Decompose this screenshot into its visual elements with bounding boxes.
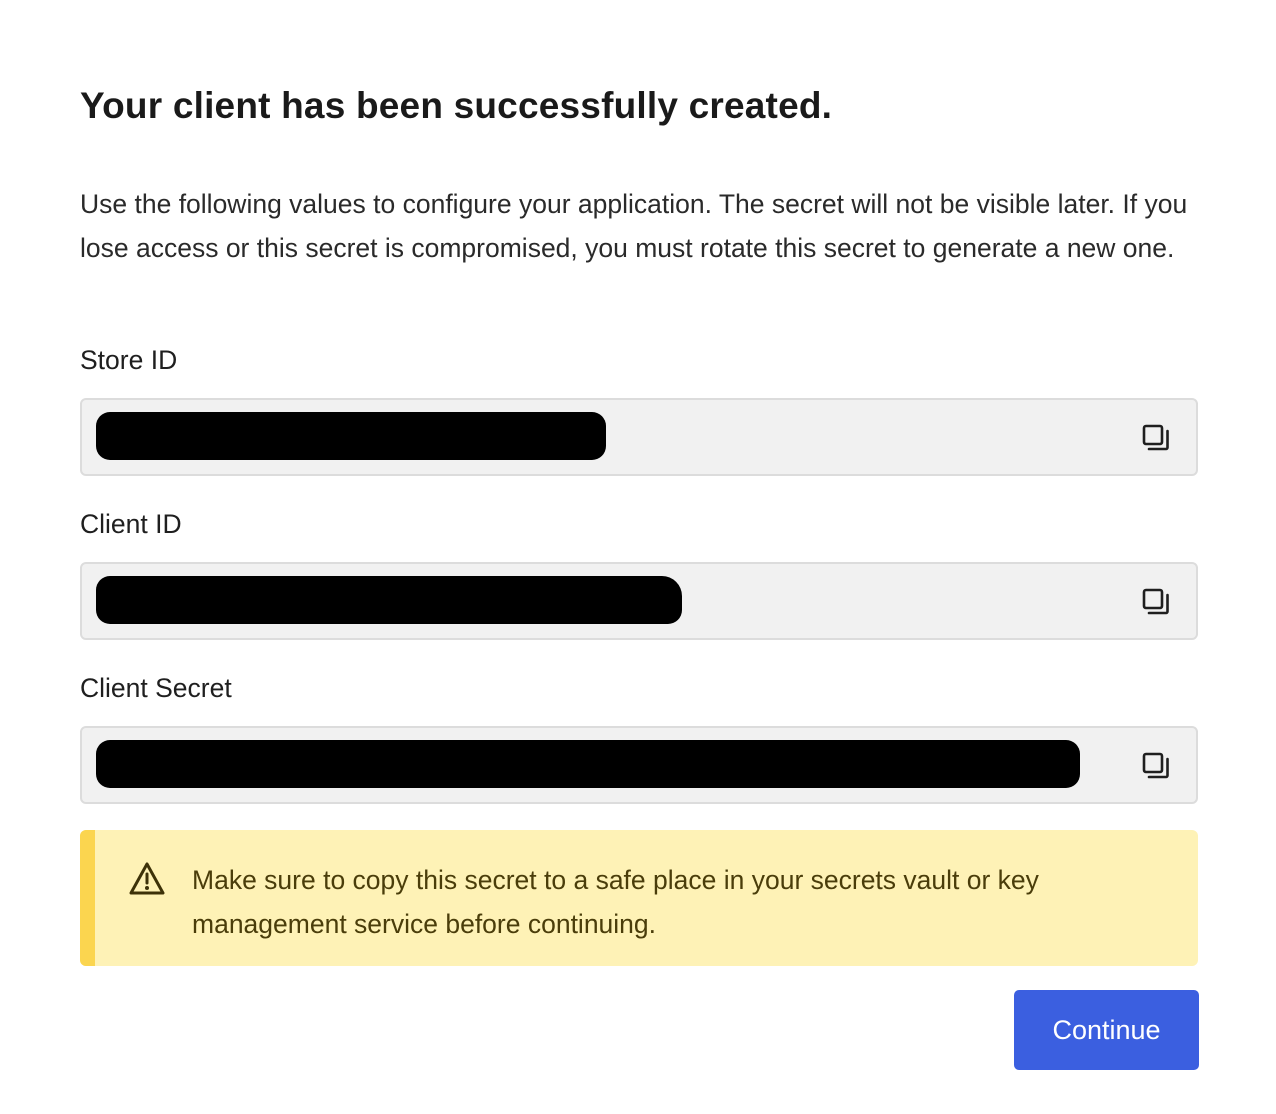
client-secret-field[interactable] [80,726,1198,804]
warning-accent-bar [80,830,95,966]
redacted-value [96,412,606,460]
copy-icon [1142,752,1169,779]
client-id-label: Client ID [80,509,182,539]
copy-store-id-button[interactable] [1140,422,1172,454]
copy-icon [1142,588,1169,615]
dialog-description: Use the following values to configure yo… [80,189,1188,263]
redacted-value [96,740,1080,788]
copy-client-id-button[interactable] [1140,586,1172,618]
copy-client-secret-button[interactable] [1140,750,1172,782]
warning-text: Make sure to copy this secret to a safe … [192,865,1039,939]
client-secret-label: Client Secret [80,673,232,703]
continue-button[interactable]: Continue [1014,990,1199,1070]
warning-callout: Make sure to copy this secret to a safe … [80,830,1198,966]
store-id-field[interactable] [80,398,1198,476]
client-id-field[interactable] [80,562,1198,640]
copy-icon [1142,424,1169,451]
redacted-value [96,576,682,624]
client-created-dialog: Your client has been successfully create… [0,0,1276,1114]
warning-triangle-icon [128,860,166,898]
store-id-label: Store ID [80,345,178,375]
dialog-title: Your client has been successfully create… [80,85,833,126]
